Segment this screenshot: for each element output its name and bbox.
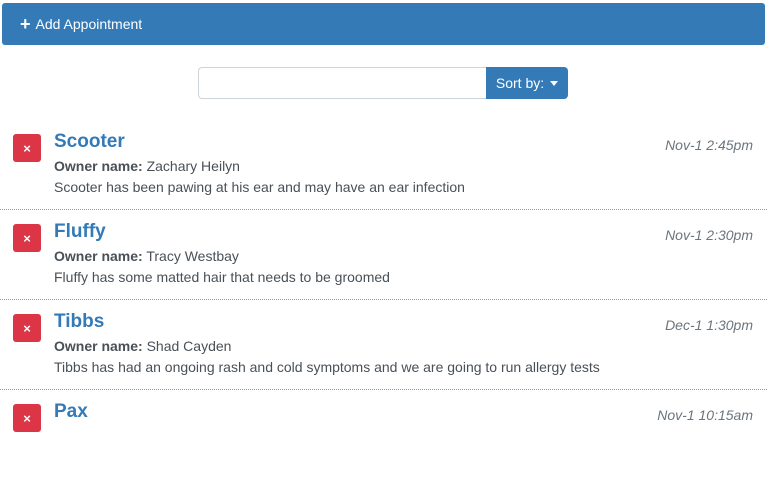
owner-line: Owner name: Tracy Westbay [54,248,239,264]
appointment-date[interactable]: Nov-1 10:15am [657,407,753,423]
appointment-notes[interactable]: Scooter has been pawing at his ear and m… [54,179,465,195]
owner-label: Owner name: [54,158,143,174]
delete-appointment-button[interactable]: × [13,404,41,432]
delete-appointment-button[interactable]: × [13,134,41,162]
appointment-notes[interactable]: Fluffy has some matted hair that needs t… [54,269,390,285]
owner-label: Owner name: [54,338,143,354]
pet-name[interactable]: Fluffy [54,221,106,243]
close-icon: × [23,230,31,246]
delete-appointment-button[interactable]: × [13,314,41,342]
add-appointment-button[interactable]: + Add Appointment [2,3,765,45]
close-icon: × [23,320,31,336]
add-appointment-label: Add Appointment [35,16,143,32]
appointment-item: × Pax Nov-1 10:15am [0,390,767,480]
close-icon: × [23,410,31,426]
owner-name[interactable]: Shad Cayden [147,338,232,354]
owner-label: Owner name: [54,248,143,264]
appointment-date[interactable]: Nov-1 2:30pm [665,227,753,243]
owner-name[interactable]: Tracy Westbay [146,248,239,264]
appointment-date[interactable]: Nov-1 2:45pm [665,137,753,153]
appointment-date[interactable]: Dec-1 1:30pm [665,317,753,333]
search-input[interactable] [198,67,486,99]
appointment-item: × Scooter Nov-1 2:45pm Owner name: Zacha… [0,120,767,210]
pet-name[interactable]: Tibbs [54,311,104,333]
appointment-list: × Scooter Nov-1 2:45pm Owner name: Zacha… [0,120,767,480]
search-bar: Sort by: [198,67,568,99]
plus-icon: + [20,14,31,34]
caret-down-icon [550,80,559,86]
appointment-notes[interactable]: Tibbs has had an ongoing rash and cold s… [54,359,600,375]
pet-name[interactable]: Pax [54,401,88,423]
owner-name[interactable]: Zachary Heilyn [147,158,240,174]
appointment-item: × Tibbs Dec-1 1:30pm Owner name: Shad Ca… [0,300,767,390]
owner-line: Owner name: Zachary Heilyn [54,158,240,174]
close-icon: × [23,140,31,156]
pet-name[interactable]: Scooter [54,131,125,153]
sort-by-button[interactable]: Sort by: [486,67,568,99]
appointment-item: × Fluffy Nov-1 2:30pm Owner name: Tracy … [0,210,767,300]
sort-by-label: Sort by: [495,75,545,91]
delete-appointment-button[interactable]: × [13,224,41,252]
owner-line: Owner name: Shad Cayden [54,338,231,354]
